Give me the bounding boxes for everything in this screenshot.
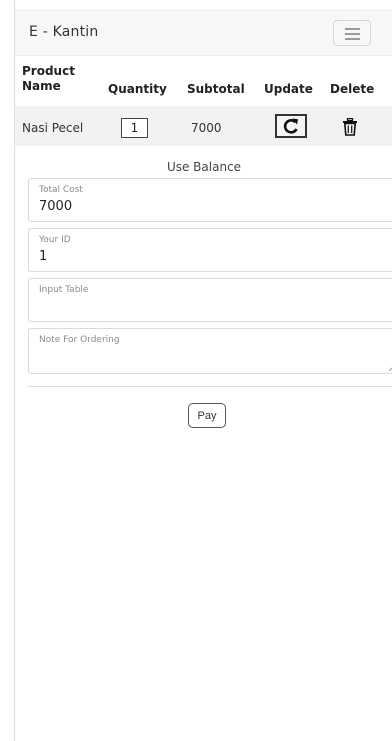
hamburger-icon (345, 28, 360, 30)
pay-button[interactable]: Pay (188, 403, 226, 428)
your-id-field[interactable]: Your ID 1 (28, 228, 392, 272)
hamburger-icon-bar (345, 38, 360, 40)
header-product-name: Product Name (22, 64, 75, 94)
app-frame: E - Kantin Product Name Quantity Subtota… (14, 0, 392, 741)
navbar: E - Kantin (15, 10, 392, 56)
table-input[interactable]: Input Table (28, 278, 392, 322)
cell-subtotal: 7000 (191, 121, 222, 135)
note-textarea[interactable]: Note For Ordering (28, 328, 392, 374)
your-id-label: Your ID (39, 235, 71, 245)
divider (28, 386, 392, 387)
menu-toggle-button[interactable] (333, 20, 371, 46)
header-subtotal: Subtotal (187, 82, 245, 96)
table-input-placeholder: Input Table (39, 285, 89, 295)
refresh-icon (283, 118, 298, 134)
quantity-input[interactable]: 1 (121, 118, 148, 138)
your-id-value: 1 (39, 249, 48, 264)
header-product-line1: Product (22, 64, 75, 78)
update-button[interactable] (275, 114, 307, 138)
hamburger-icon-bar (345, 33, 360, 35)
brand-link[interactable]: E - Kantin (29, 24, 98, 40)
header-delete: Delete (330, 82, 375, 96)
note-placeholder: Note For Ordering (39, 335, 120, 345)
header-update: Update (264, 82, 313, 96)
header-product-line2: Name (22, 79, 61, 93)
trash-icon[interactable] (342, 118, 358, 136)
cell-product-name: Nasi Pecel (22, 121, 84, 135)
header-quantity: Quantity (108, 82, 167, 96)
total-cost-label: Total Cost (39, 185, 83, 195)
total-cost-field[interactable]: Total Cost 7000 (28, 178, 392, 222)
total-cost-value: 7000 (39, 199, 73, 214)
payment-method-label: Use Balance (166, 160, 242, 174)
